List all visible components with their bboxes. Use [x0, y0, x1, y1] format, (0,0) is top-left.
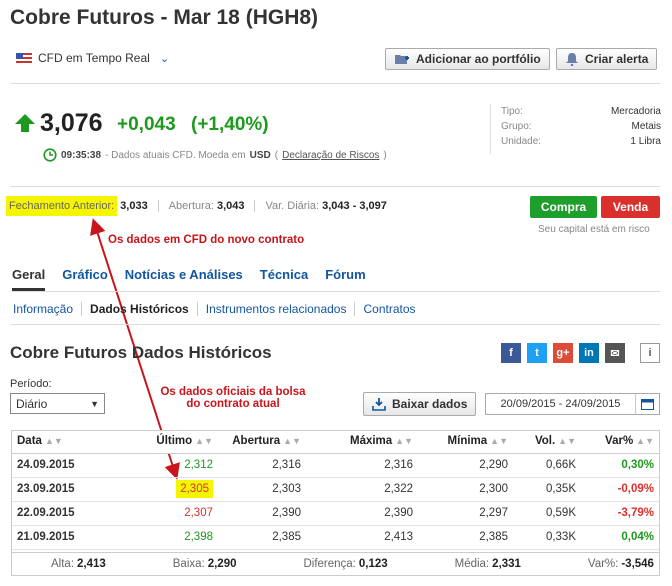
annotation-top: Os dados em CFD do novo contrato [108, 234, 305, 246]
annotation-line: do contrato atual [186, 398, 280, 410]
cell-low: 2,385 [419, 525, 514, 550]
cell-high: 2,316 [307, 453, 419, 478]
period-label: Período: [10, 378, 52, 390]
column-header-date[interactable]: Data ▲▼ [11, 430, 111, 454]
cell-vol: 0,59K [514, 501, 582, 526]
annotation-bottom: Os dados oficiais da bolsa do contrato a… [158, 386, 308, 410]
cell-chg: -3,79% [582, 501, 660, 526]
cell-vol: 0,66K [514, 453, 582, 478]
divider [10, 291, 660, 292]
facebook-icon[interactable]: f [501, 343, 521, 363]
cell-vol: 0,33K [514, 525, 582, 550]
cell-open: 2,385 [219, 525, 307, 550]
cell-low: 2,300 [419, 477, 514, 502]
date-range-picker[interactable]: 20/09/2015 - 24/09/2015 [485, 393, 660, 415]
cell-date: 21.09.2015 [11, 525, 111, 550]
sub-tabs: Informação Dados Históricos Instrumentos… [13, 302, 416, 316]
column-header-high[interactable]: Máxima ▲▼ [307, 430, 419, 454]
cell-date: 23.09.2015 [11, 477, 111, 502]
tab-general[interactable]: Geral [12, 267, 46, 291]
cell-last: 2,312 [111, 453, 219, 478]
tab-news[interactable]: Notícias e Análises [125, 267, 243, 291]
subtab-related[interactable]: Instrumentos relacionados [206, 302, 347, 316]
column-header-vol[interactable]: Vol. ▲▼ [514, 430, 582, 454]
historical-data-table: Data ▲▼ Último ▲▼ Abertura ▲▼ Máxima ▲▼ Míni… [11, 430, 660, 550]
highlighted-value: 2,305 [176, 480, 213, 498]
cell-last: 2,307 [111, 501, 219, 526]
separator [196, 302, 198, 316]
cell-low: 2,290 [419, 453, 514, 478]
download-button[interactable]: Baixar dados [363, 392, 477, 416]
cell-high: 2,413 [307, 525, 419, 550]
summary-chg: Var%: -3,546 [587, 558, 654, 570]
cell-chg: 0,04% [582, 525, 660, 550]
cell-date: 22.09.2015 [11, 501, 111, 526]
cell-chg: -0,09% [582, 477, 660, 502]
summary-high: Alta: 2,413 [51, 558, 106, 570]
period-select[interactable]: Diário ▼ [10, 393, 105, 414]
table-row: 23.09.2015 2,305 2,303 2,322 2,300 0,35K… [11, 477, 660, 502]
linkedin-icon[interactable]: in [579, 343, 599, 363]
cell-open: 2,390 [219, 501, 307, 526]
cell-date: 24.09.2015 [11, 453, 111, 478]
divider [10, 324, 660, 325]
main-tabs: Geral Gráfico Notícias e Análises Técnic… [12, 267, 383, 291]
table-row: 21.09.2015 2,398 2,385 2,413 2,385 0,33K… [11, 525, 660, 550]
info-icon[interactable]: i [640, 343, 660, 363]
cell-chg: 0,30% [582, 453, 660, 478]
summary-avg: Média: 2,331 [454, 558, 521, 570]
dropdown-arrow-icon: ▼ [90, 398, 99, 409]
cell-high: 2,322 [307, 477, 419, 502]
cell-last: 2,398 [111, 525, 219, 550]
calendar-icon[interactable] [635, 394, 659, 414]
download-icon [372, 398, 386, 411]
email-icon[interactable]: ✉ [605, 343, 625, 363]
cell-high: 2,390 [307, 501, 419, 526]
subtab-info[interactable]: Informação [13, 302, 73, 316]
cell-open: 2,316 [219, 453, 307, 478]
column-header-low[interactable]: Mínima ▲▼ [419, 430, 514, 454]
section-title: Cobre Futuros Dados Históricos [10, 343, 272, 362]
column-header-open[interactable]: Abertura ▲▼ [219, 430, 307, 454]
table-summary: Alta: 2,413 Baixa: 2,290 Diferença: 0,123 M… [11, 552, 660, 576]
cell-low: 2,297 [419, 501, 514, 526]
table-row: 22.09.2015 2,307 2,390 2,390 2,297 0,59K… [11, 501, 660, 526]
subtab-historical[interactable]: Dados Históricos [90, 302, 189, 316]
twitter-icon[interactable]: t [527, 343, 547, 363]
cell-last: 2,305 [111, 477, 219, 502]
summary-low: Baixa: 2,290 [172, 558, 237, 570]
tab-chart[interactable]: Gráfico [62, 267, 108, 291]
cell-open: 2,303 [219, 477, 307, 502]
download-label: Baixar dados [392, 397, 468, 411]
tab-technical[interactable]: Técnica [260, 267, 308, 291]
cell-vol: 0,35K [514, 477, 582, 502]
column-header-chg[interactable]: Var% ▲▼ [582, 430, 660, 454]
date-range-value: 20/09/2015 - 24/09/2015 [500, 398, 621, 410]
separator [81, 302, 83, 316]
annotation-line: Os dados oficiais da bolsa [160, 386, 306, 398]
google-plus-icon[interactable]: g+ [553, 343, 573, 363]
column-header-last[interactable]: Último ▲▼ [111, 430, 219, 454]
period-value: Diário [16, 396, 48, 411]
tab-forum[interactable]: Fórum [325, 267, 365, 291]
subtab-contracts[interactable]: Contratos [363, 302, 415, 316]
table-row: 24.09.2015 2,312 2,316 2,316 2,290 0,66K… [11, 453, 660, 478]
summary-diff: Diferença: 0,123 [303, 558, 388, 570]
table-header-row: Data ▲▼ Último ▲▼ Abertura ▲▼ Máxima ▲▼ Míni… [11, 430, 660, 454]
separator [354, 302, 356, 316]
